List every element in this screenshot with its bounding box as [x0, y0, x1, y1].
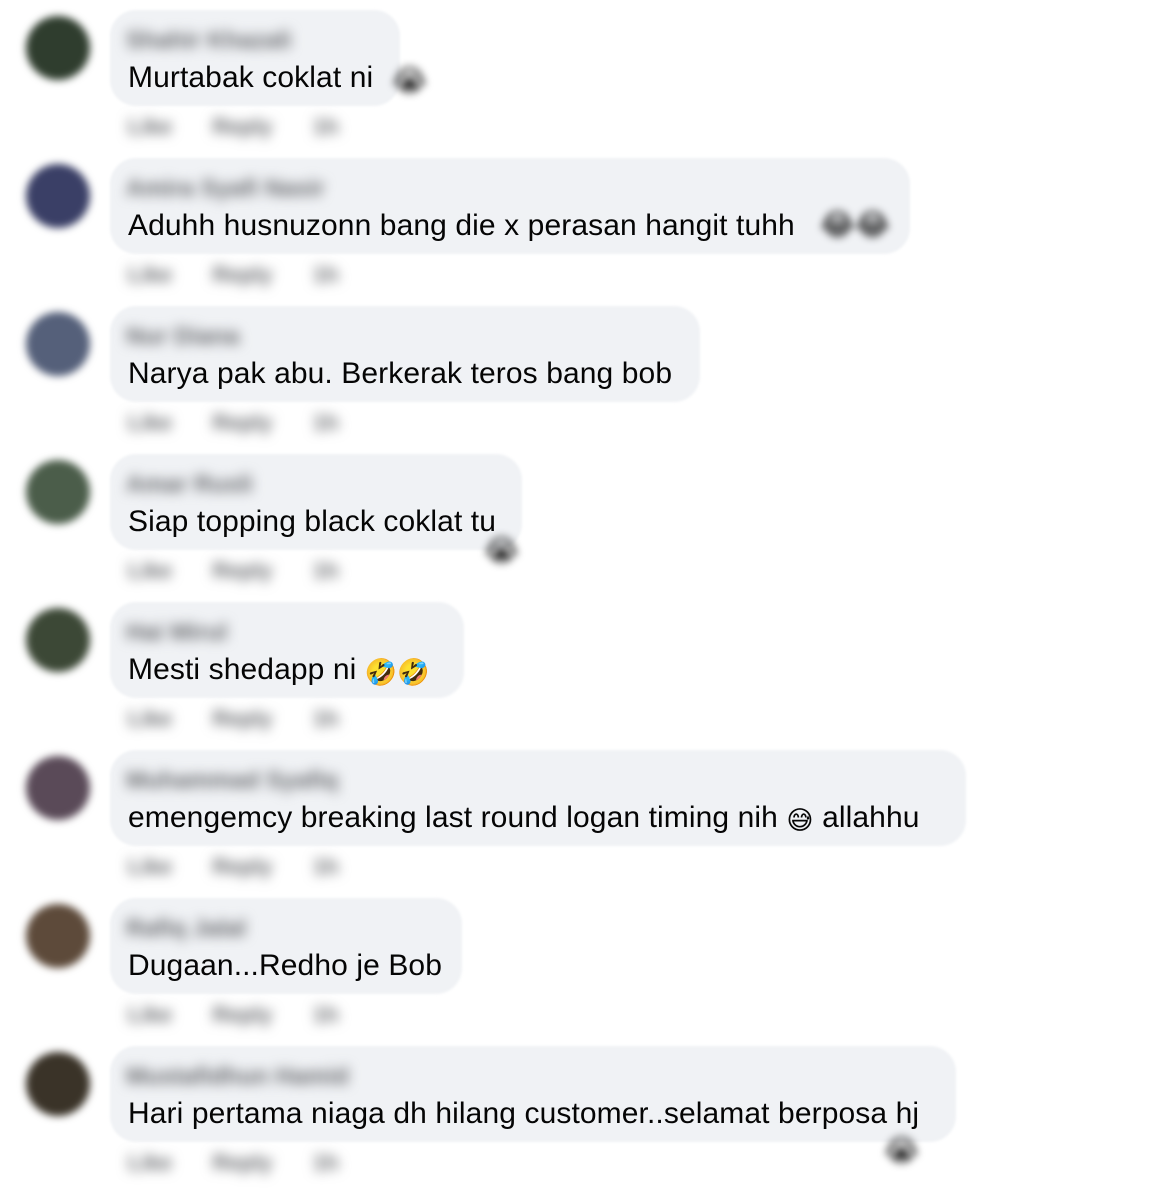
- avatar[interactable]: [26, 1052, 90, 1116]
- comment-body-tail: allahhu: [822, 801, 920, 834]
- comment-author[interactable]: Nur Diana: [126, 325, 239, 349]
- timestamp[interactable]: 1h: [313, 708, 339, 730]
- avatar[interactable]: [26, 460, 90, 524]
- avatar[interactable]: [26, 608, 90, 672]
- comment-actions: Like Reply 1h: [128, 412, 375, 434]
- like-button[interactable]: Like: [128, 264, 172, 286]
- comment-body: Dugaan...Redho je Bob: [128, 949, 442, 982]
- joy-emoji-icon: 😂😂: [820, 209, 891, 242]
- comment-actions: Like Reply 1h: [128, 560, 375, 582]
- comment-actions: Like Reply 1h: [128, 264, 375, 286]
- reply-button[interactable]: Reply: [212, 708, 272, 730]
- comment-item: Amar Rusli Siap topping black coklat tu …: [0, 448, 1154, 596]
- comment-author[interactable]: Shahir Khazali: [126, 29, 291, 53]
- comment-body: Siap topping black coklat tu: [128, 505, 497, 538]
- comment-author[interactable]: Mustafidhun Hamid: [126, 1065, 349, 1089]
- comment-text: Siap topping black coklat tu: [128, 502, 496, 542]
- comment-body: Hari pertama niaga dh hilang customer..s…: [128, 1097, 920, 1130]
- comment-author[interactable]: Muhammad Syafiq: [126, 769, 338, 793]
- comment-text: Murtabak coklat ni: [128, 58, 373, 98]
- comment-text: Narya pak abu. Berkerak teros bang bob: [128, 354, 672, 394]
- sob-emoji-icon: 😭: [884, 1135, 920, 1168]
- comment-actions: Like Reply 1h: [128, 116, 375, 138]
- reply-button[interactable]: Reply: [212, 264, 272, 286]
- timestamp[interactable]: 1h: [313, 1004, 339, 1026]
- comment-author[interactable]: Rafiq Jalal: [126, 917, 246, 941]
- comment-actions: Like Reply 1h: [128, 1004, 375, 1026]
- reply-button[interactable]: Reply: [212, 856, 272, 878]
- comment-actions: Like Reply 1h: [128, 1152, 375, 1174]
- comment-item: Nur Diana Narya pak abu. Berkerak teros …: [0, 300, 1154, 448]
- timestamp[interactable]: 1h: [313, 560, 339, 582]
- timestamp[interactable]: 1h: [313, 1152, 339, 1174]
- comment-author[interactable]: Amira Syafi Nasir: [126, 177, 325, 201]
- sob-emoji-icon: 😭: [484, 535, 520, 568]
- avatar[interactable]: [26, 756, 90, 820]
- comment-body: emengemcy breaking last round logan timi…: [128, 801, 778, 834]
- like-button[interactable]: Like: [128, 560, 172, 582]
- avatar[interactable]: [26, 312, 90, 376]
- rofl-emoji-icon: 🤣🤣: [364, 657, 430, 687]
- comment-actions: Like Reply 1h: [128, 708, 375, 730]
- comment-actions: Like Reply 1h: [128, 856, 375, 878]
- comment-body: Mesti shedapp ni: [128, 653, 357, 686]
- comment-body: Narya pak abu. Berkerak teros bang bob: [128, 357, 673, 390]
- comment-body: Murtabak coklat ni: [128, 61, 374, 94]
- grinning-sweat-emoji-icon: 😅: [786, 805, 814, 835]
- like-button[interactable]: Like: [128, 1152, 172, 1174]
- comment-body: Aduhh husnuzonn bang die x perasan hangi…: [128, 209, 795, 242]
- avatar[interactable]: [26, 164, 90, 228]
- timestamp[interactable]: 1h: [313, 264, 339, 286]
- reply-button[interactable]: Reply: [212, 560, 272, 582]
- comment-author[interactable]: Amar Rusli: [126, 473, 253, 497]
- timestamp[interactable]: 1h: [313, 412, 339, 434]
- comment-author[interactable]: Hai Mirul: [126, 621, 227, 645]
- like-button[interactable]: Like: [128, 708, 172, 730]
- comment-item: Shahir Khazali Murtabak coklat ni 😭 Like…: [0, 4, 1154, 152]
- comment-item: Muhammad Syafiq emengemcy breaking last …: [0, 744, 1154, 892]
- like-button[interactable]: Like: [128, 412, 172, 434]
- like-button[interactable]: Like: [128, 856, 172, 878]
- comment-text: emengemcy breaking last round logan timi…: [128, 798, 920, 838]
- comment-text: Aduhh husnuzonn bang die x perasan hangi…: [128, 206, 795, 246]
- comment-item: Mustafidhun Hamid Hari pertama niaga dh …: [0, 1040, 1154, 1188]
- comment-text: Dugaan...Redho je Bob: [128, 946, 442, 986]
- like-button[interactable]: Like: [128, 116, 172, 138]
- avatar[interactable]: [26, 16, 90, 80]
- comment-item: Hai Mirul Mesti shedapp ni 🤣🤣 Like Reply…: [0, 596, 1154, 744]
- reply-button[interactable]: Reply: [212, 1004, 272, 1026]
- comment-text: Mesti shedapp ni 🤣🤣: [128, 650, 430, 690]
- like-button[interactable]: Like: [128, 1004, 172, 1026]
- timestamp[interactable]: 1h: [313, 116, 339, 138]
- timestamp[interactable]: 1h: [313, 856, 339, 878]
- comment-item: Amira Syafi Nasir Aduhh husnuzonn bang d…: [0, 152, 1154, 300]
- reply-button[interactable]: Reply: [212, 412, 272, 434]
- comment-text: Hari pertama niaga dh hilang customer..s…: [128, 1094, 919, 1134]
- reply-button[interactable]: Reply: [212, 1152, 272, 1174]
- avatar[interactable]: [26, 904, 90, 968]
- sob-emoji-icon: 😭: [392, 65, 428, 98]
- reply-button[interactable]: Reply: [212, 116, 272, 138]
- comment-item: Rafiq Jalal Dugaan...Redho je Bob Like R…: [0, 892, 1154, 1040]
